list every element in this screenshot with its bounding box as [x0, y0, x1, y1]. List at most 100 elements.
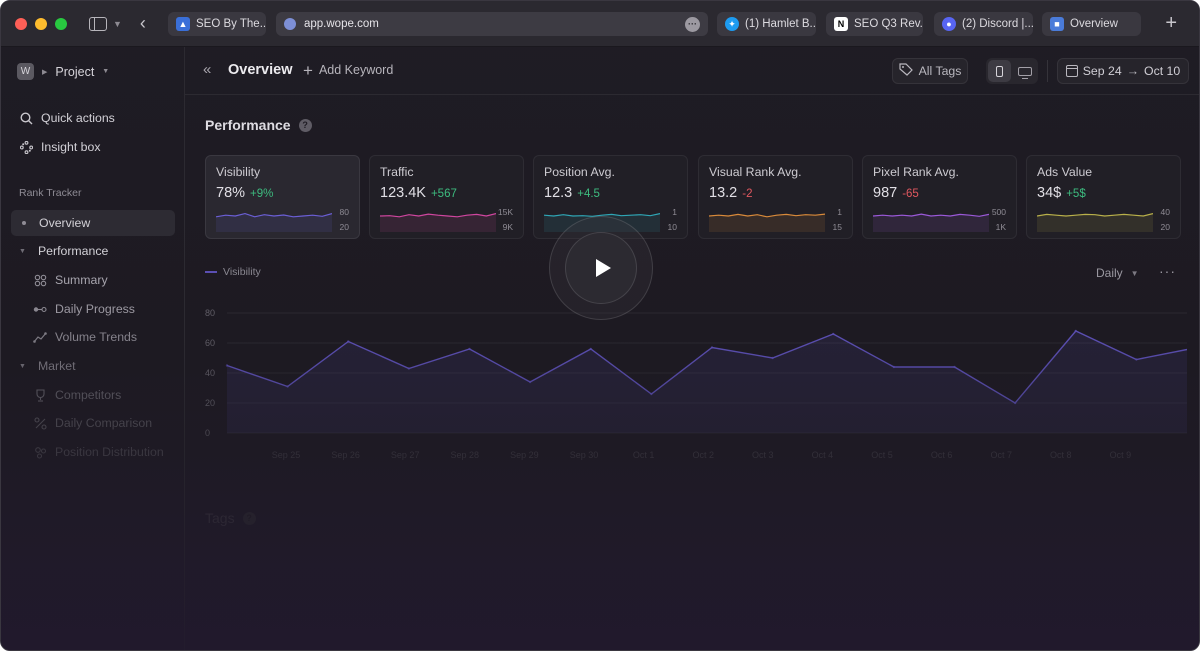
metric-value-text: 78%	[216, 185, 246, 201]
metric-value-text: 12.3	[544, 185, 573, 201]
back-arrow-icon[interactable]: ‹	[140, 13, 146, 34]
date-range-picker[interactable]: Sep 24 → Oct 10	[1057, 58, 1189, 84]
sidebar-item-performance[interactable]: ▼ Performance	[11, 238, 175, 264]
address-bar[interactable]: app.wope.com ···	[276, 12, 708, 36]
metric-card-pixel-rank-avg[interactable]: Pixel Rank Avg. 987 -65 500 1K	[862, 155, 1017, 239]
rank-tracker-section-label: Rank Tracker	[19, 187, 82, 199]
metric-value: 13.2 -2	[709, 185, 752, 201]
spark-min-label: 9K	[502, 222, 513, 232]
sidebar-item-position-distribution[interactable]: Position Distribution	[11, 439, 175, 465]
sidebar-item-label: Daily Progress	[55, 302, 135, 316]
bullet-icon	[22, 221, 26, 225]
spark-min-label: 20	[339, 222, 349, 232]
data-point	[589, 347, 592, 351]
quick-actions-label: Quick actions	[41, 111, 115, 125]
desktop-device-button[interactable]	[1013, 60, 1036, 82]
metric-value-text: 123.4K	[380, 185, 426, 201]
data-point	[1013, 401, 1017, 405]
x-tick-label: Oct 1	[633, 450, 655, 460]
sidebar-item-daily-progress[interactable]: Daily Progress	[11, 296, 175, 322]
interval-value: Daily	[1096, 266, 1123, 280]
video-play-overlay[interactable]	[549, 216, 653, 320]
x-tick-label: Oct 8	[1050, 450, 1072, 460]
mobile-device-button[interactable]	[988, 60, 1011, 82]
data-point	[347, 340, 350, 343]
help-icon[interactable]: ?	[242, 511, 256, 525]
interval-select[interactable]: Daily ▼	[1096, 266, 1139, 280]
browser-tab-twitter[interactable]: ✦ (1) Hamlet B...	[717, 12, 816, 36]
sparkline	[1037, 213, 1153, 232]
new-tab-button[interactable]: +	[1165, 11, 1177, 35]
sidebar-item-summary[interactable]: Summary	[11, 267, 175, 293]
browser-tab-seo[interactable]: ▲ SEO By The...	[168, 12, 266, 36]
maximize-window-button[interactable]	[55, 17, 67, 30]
play-button[interactable]	[565, 232, 637, 304]
data-point	[771, 356, 774, 360]
metric-card-visual-rank-avg[interactable]: Visual Rank Avg. 13.2 -2 1 15	[698, 155, 853, 239]
sidebar-item-volume-trends[interactable]: Volume Trends	[11, 324, 175, 350]
sidebar-item-market[interactable]: ▼ Market	[11, 353, 175, 379]
x-tick-label: Oct 6	[931, 450, 953, 460]
y-tick-label: 80	[205, 308, 215, 318]
tag-icon	[898, 63, 913, 79]
x-tick-label: Oct 7	[990, 450, 1012, 460]
url-text: app.wope.com	[304, 18, 379, 30]
browser-tab-overview[interactable]: ■ Overview	[1042, 12, 1141, 36]
sidebar-item-label: Summary	[55, 273, 108, 287]
project-switcher[interactable]: W ▶ Project ▼	[17, 63, 109, 80]
tags-heading: Tags ?	[205, 510, 256, 526]
metric-value-text: 34$	[1037, 185, 1062, 201]
sidebar-item-overview[interactable]: Overview	[11, 210, 175, 236]
metric-card-traffic[interactable]: Traffic 123.4K +567 15K 9K	[369, 155, 524, 239]
metric-value-text: 13.2	[709, 185, 738, 201]
window-controls	[15, 17, 67, 30]
browser-tab-discord[interactable]: ● (2) Discord |...	[934, 12, 1033, 36]
date-from: Sep 24	[1082, 64, 1122, 78]
chart-more-icon[interactable]: ···	[1159, 263, 1176, 279]
chevron-down-icon[interactable]: ▼	[113, 19, 122, 29]
close-window-button[interactable]	[15, 17, 27, 30]
help-icon[interactable]: ?	[298, 118, 312, 132]
browser-tab-notion[interactable]: N SEO Q3 Rev...	[826, 12, 923, 36]
sidebar-toggle-icon[interactable]	[89, 16, 107, 31]
metric-value: 12.3 +4.5	[544, 185, 600, 201]
sidebar-item-competitors[interactable]: Competitors	[11, 382, 175, 408]
metric-value: 123.4K +567	[380, 185, 457, 201]
insight-box-button[interactable]: Insight box	[11, 134, 175, 160]
tags-title: Tags	[205, 510, 235, 526]
notion-icon: N	[834, 17, 848, 31]
y-tick-label: 0	[205, 428, 210, 438]
date-to: Oct 10	[1144, 64, 1181, 78]
metric-delta: +9%	[250, 188, 274, 200]
quick-actions-button[interactable]: Quick actions	[11, 105, 175, 131]
app-sidebar: W ▶ Project ▼ Quick actions Insight box …	[1, 47, 185, 650]
caret-down-icon: ▼	[19, 247, 26, 255]
spark-min-label: 1K	[995, 222, 1006, 232]
metric-value: 987 -65	[873, 185, 919, 201]
legend-label: Visibility	[223, 266, 261, 278]
metric-card-ads-value[interactable]: Ads Value 34$ +5$ 40 20	[1026, 155, 1181, 239]
all-tags-button[interactable]: All Tags	[892, 58, 968, 84]
x-tick-label: Oct 9	[1110, 450, 1132, 460]
add-keyword-button[interactable]: + Add Keyword	[303, 62, 393, 79]
metric-delta: -2	[742, 188, 753, 200]
tab-title: (1) Hamlet B...	[745, 18, 816, 30]
grid-icon	[33, 274, 47, 287]
tab-title: (2) Discord |...	[962, 18, 1033, 30]
spark-min-label: 10	[667, 222, 677, 232]
x-tick-label: Sep 27	[391, 450, 420, 460]
metric-delta: +5$	[1066, 188, 1086, 200]
minimize-window-button[interactable]	[35, 17, 47, 30]
data-point	[832, 332, 835, 336]
data-point	[225, 364, 229, 367]
collapse-sidebar-icon[interactable]: «	[203, 61, 211, 78]
distribution-icon	[33, 446, 47, 459]
tab-title: SEO Q3 Rev...	[854, 18, 923, 30]
x-tick-label: Oct 4	[812, 450, 834, 460]
sidebar-item-daily-comparison[interactable]: Daily Comparison	[11, 410, 175, 436]
y-tick-label: 20	[205, 398, 215, 408]
x-tick-label: Sep 29	[510, 450, 539, 460]
metric-card-visibility[interactable]: Visibility 78% +9% 80 20	[205, 155, 360, 239]
more-options-icon[interactable]: ···	[685, 16, 700, 32]
metric-delta: -65	[902, 188, 919, 200]
